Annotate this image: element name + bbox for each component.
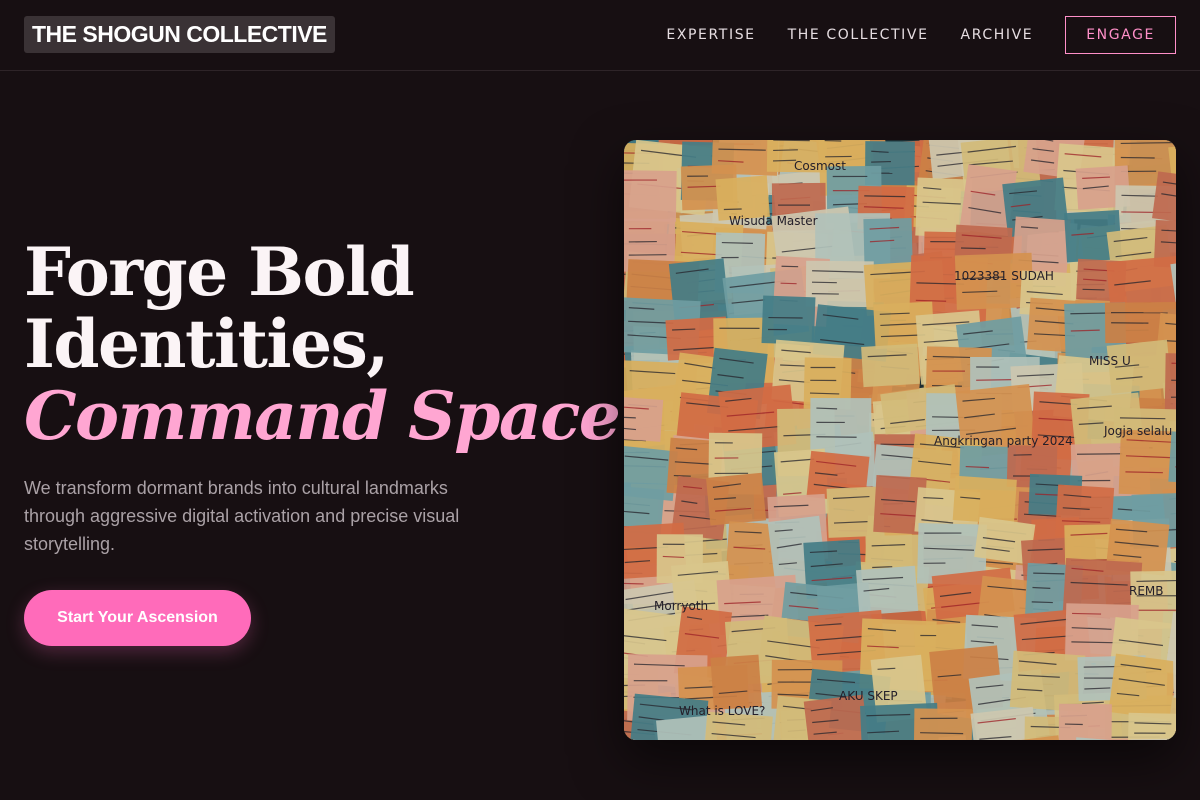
sticky-notes-illustration: CosmostWisuda MasterMISS UJogja selalu i… (624, 140, 1176, 740)
main-nav: EXPERTISE THE COLLECTIVE ARCHIVE ENGAGE (666, 16, 1176, 54)
start-ascension-button[interactable]: Start Your Ascension (24, 590, 251, 646)
hero-title-accent: Command Space. (24, 377, 642, 455)
hero-title-line-1: Forge Bold (24, 233, 415, 311)
hero-title: Forge Bold Identities, Command Space. (24, 233, 642, 455)
site-header: THE SHOGUN COLLECTIVE EXPERTISE THE COLL… (0, 0, 1200, 71)
sticky-notes-image: CosmostWisuda MasterMISS UJogja selalu i… (624, 140, 1176, 740)
nav-link-expertise[interactable]: EXPERTISE (666, 27, 755, 43)
hero-subtitle: We transform dormant brands into cultura… (24, 478, 460, 554)
engage-button[interactable]: ENGAGE (1065, 16, 1176, 54)
nav-link-the-collective[interactable]: THE COLLECTIVE (788, 27, 929, 43)
hero-title-line-2: Identities, (24, 305, 389, 383)
nav-link-archive[interactable]: ARCHIVE (961, 27, 1034, 43)
brand-logo[interactable]: THE SHOGUN COLLECTIVE (24, 16, 335, 53)
